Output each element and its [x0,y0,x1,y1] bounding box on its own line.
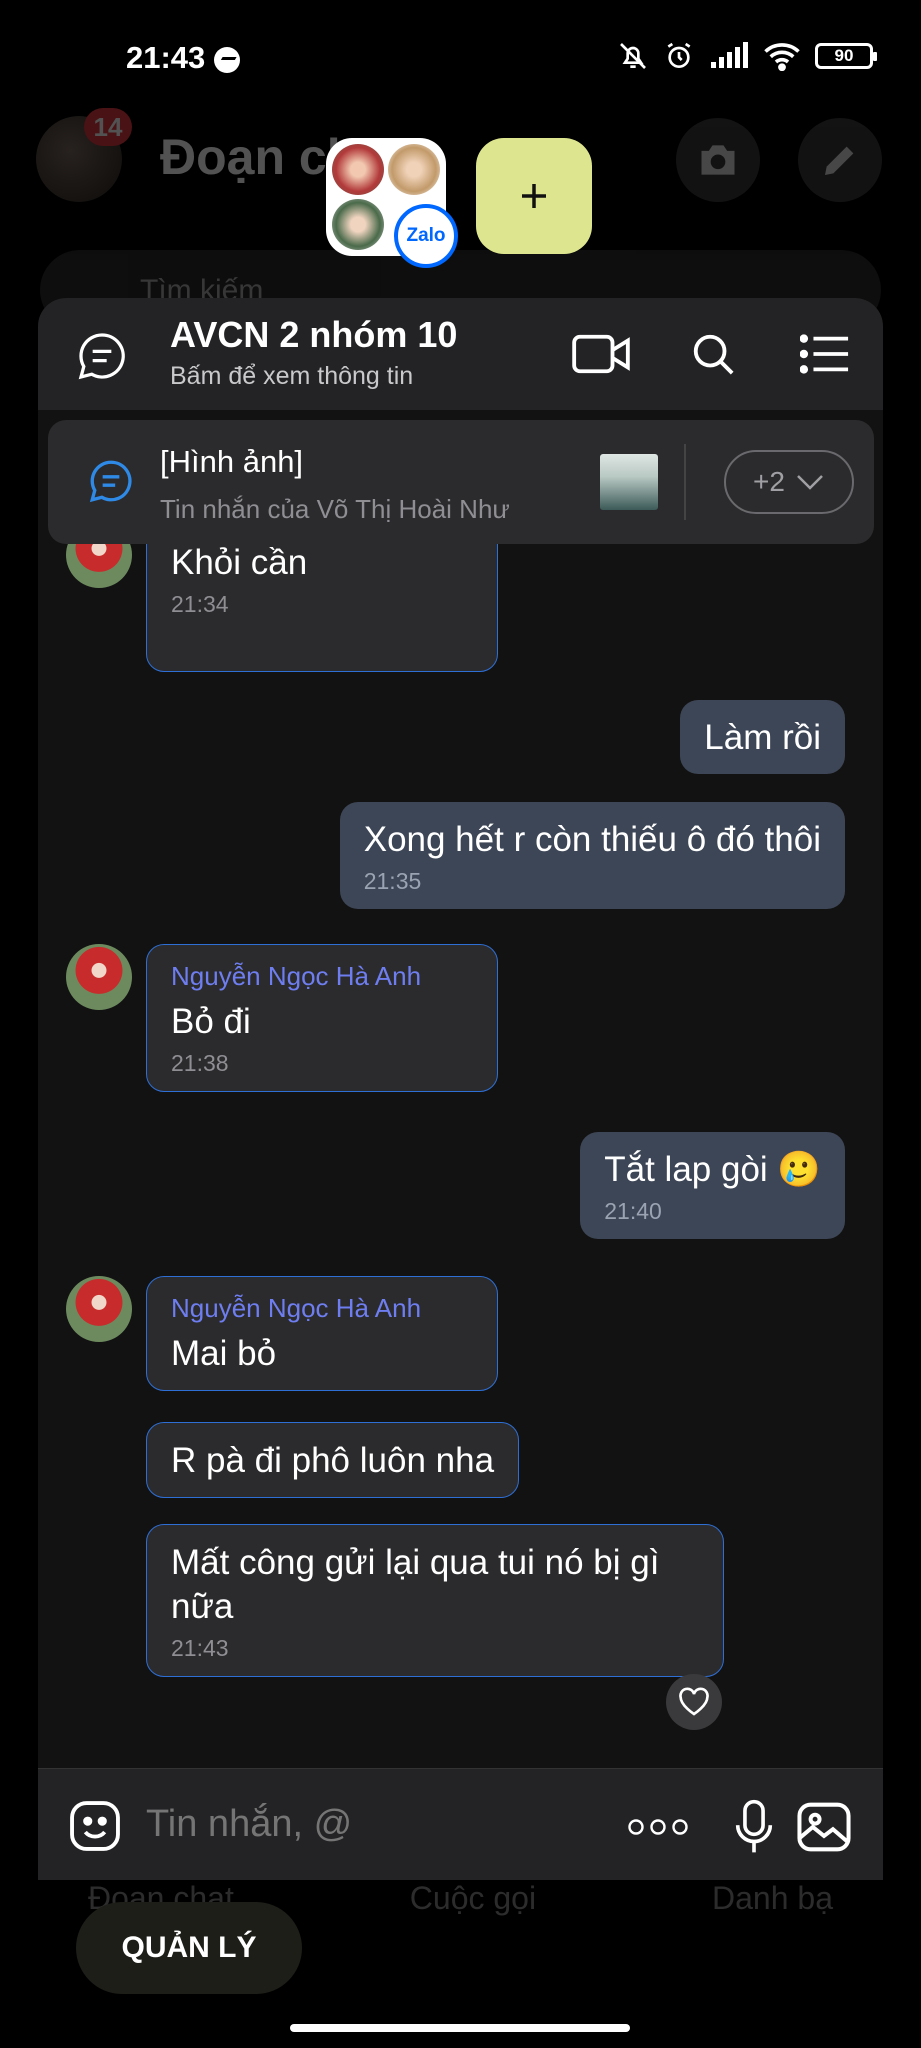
sender-avatar[interactable] [66,944,132,1010]
video-call-button[interactable] [570,326,632,382]
sender-avatar[interactable] [66,1276,132,1342]
message-text: Mai bỏ [171,1334,277,1373]
compose-button[interactable] [798,118,882,202]
heart-icon [679,1687,709,1716]
search-button[interactable] [682,326,744,382]
more-dots-icon [628,1819,688,1835]
menu-button[interactable] [794,326,856,382]
chevron-down-icon [797,475,823,490]
message-bubble[interactable]: R pà đi phô luôn nha [146,1422,520,1498]
more-pinned-button[interactable]: +2 [724,450,854,514]
message-bubble[interactable]: Tắt lap gòi 🥲 21:40 [580,1132,845,1239]
status-icons: 90 [617,40,877,72]
wifi-icon [764,43,800,71]
more-pinned-count: +2 [753,466,785,497]
search-icon [693,334,734,375]
photo-button[interactable] [792,1795,856,1859]
pinned-message-bar[interactable]: [Hình ảnh] Tin nhắn của Võ Thị Hoài Như … [48,420,874,544]
battery-indicator: 90 [815,43,877,69]
member-avatar [388,144,440,195]
video-camera-icon [572,334,630,374]
more-options-button[interactable] [626,1795,690,1859]
notification-badge: 14 [84,108,132,146]
message-bubble[interactable]: Nguyễn Ngọc Hà Anh Bỏ đi 21:38 [146,944,498,1092]
message-time: 21:35 [363,868,422,894]
camera-icon [701,145,735,175]
alarm-icon [667,42,691,68]
tab-contacts[interactable]: Danh bạ [712,1880,833,1917]
divider [684,444,686,520]
message-text: Xong hết r còn thiếu ô đó thôi [363,820,821,859]
member-avatar [332,144,384,195]
message-text: Mất công gửi lại qua tui nó bị gì nữa [171,1543,660,1626]
message-text: Làm rồi [704,718,821,757]
sender-name: Nguyễn Ngọc Hà Anh [171,961,422,991]
message-text: Khỏi cần [171,543,308,582]
message-bubble[interactable]: Nguyễn Ngọc Hà Anh Mai bỏ [146,1276,498,1391]
chat-bubble-icon [78,333,125,380]
chat-panel: Khỏi cần 21:34 Làm rồi Xong hết r còn th… [38,298,883,1880]
message-text: Tắt lap gòi 🥲 [604,1150,821,1189]
message-input[interactable] [146,1803,446,1846]
pencil-icon [825,146,854,175]
chat-subtitle: Bấm để xem thông tin [170,362,414,390]
home-indicator[interactable] [290,2024,630,2032]
list-menu-icon [800,334,849,374]
voice-record-button[interactable] [722,1795,786,1859]
pinned-chat-icon [89,460,132,503]
message-bubble[interactable]: Làm rồi [680,700,845,774]
signal-icon [711,42,748,68]
pinned-image-thumbnail[interactable] [600,454,658,510]
status-time: 21:43 [126,40,206,75]
tab-calls[interactable]: Cuộc gọi [410,1880,536,1917]
message-bubble[interactable]: Xong hết r còn thiếu ô đó thôi 21:35 [339,802,845,909]
message-text: R pà đi phô luôn nha [171,1441,495,1480]
chat-header[interactable]: AVCN 2 nhóm 10 Bấm để xem thông tin [38,298,883,410]
message-bubble[interactable]: Mất công gửi lại qua tui nó bị gì nữa 21… [146,1524,724,1677]
zalo-logo: Zalo [394,204,458,268]
microphone-icon [735,1799,773,1853]
messenger-notification-icon [214,47,240,73]
pinned-subtitle: Tin nhắn của Võ Thị Hoài Như [160,494,510,524]
chat-title: AVCN 2 nhóm 10 [170,314,458,355]
sender-name: Nguyễn Ngọc Hà Anh [171,1293,422,1323]
react-button[interactable] [666,1674,722,1730]
camera-button[interactable] [676,118,760,202]
bell-muted-icon [620,43,646,69]
pinned-title: [Hình ảnh] [160,444,304,479]
image-icon [797,1802,851,1852]
manage-overlay-button[interactable]: QUẢN LÝ [76,1902,302,1994]
message-composer [38,1768,883,1880]
message-time: 21:40 [604,1198,662,1224]
message-time: 21:34 [171,591,229,617]
message-text: Bỏ đi [171,1002,251,1041]
message-time: 21:38 [171,1050,229,1076]
sticker-icon[interactable] [66,1797,124,1855]
message-time: 21:43 [171,1635,229,1661]
member-avatar [332,199,384,250]
add-chat-head-button[interactable] [476,138,592,254]
plus-icon [522,184,546,208]
